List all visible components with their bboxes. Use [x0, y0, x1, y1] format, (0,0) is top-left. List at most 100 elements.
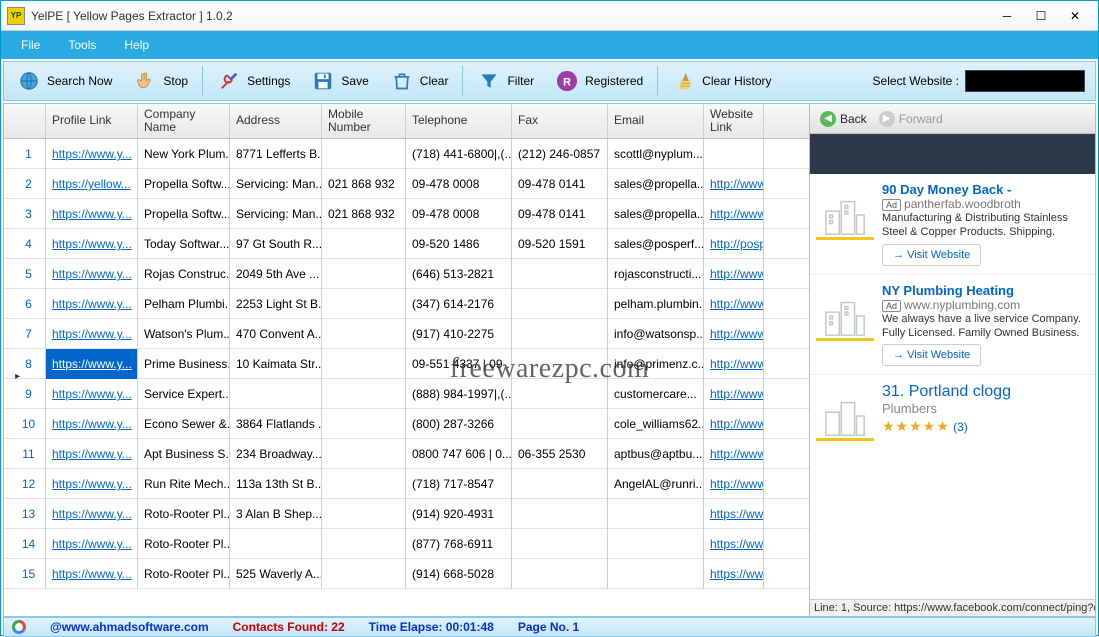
cell-profile[interactable]: https://www.y... — [46, 319, 138, 349]
cell-address[interactable]: 2049 5th Ave ... — [230, 259, 322, 289]
table-row[interactable]: 4https://www.y...Today Softwar...97 Gt S… — [4, 229, 809, 259]
cell-fax[interactable] — [512, 529, 608, 559]
cell-profile[interactable]: https://yellow... — [46, 169, 138, 199]
table-row[interactable]: 12https://www.y...Run Rite Mech...113a 1… — [4, 469, 809, 499]
cell-fax[interactable]: (212) 246-0857 — [512, 139, 608, 169]
cell-company[interactable]: Today Softwar... — [138, 229, 230, 259]
cell-mobile[interactable]: 021 868 932 — [322, 199, 406, 229]
cell-mobile[interactable] — [322, 469, 406, 499]
cell-profile[interactable]: https://www.y... — [46, 559, 138, 589]
header-profile[interactable]: Profile Link — [46, 104, 138, 138]
ad-listing[interactable]: 90 Day Money Back - Adpantherfab.woodbro… — [810, 174, 1095, 275]
cell-telephone[interactable]: (917) 410-2275 — [406, 319, 512, 349]
cell-profile[interactable]: https://www.y... — [46, 289, 138, 319]
cell-address[interactable] — [230, 529, 322, 559]
table-row[interactable]: 8https://www.y...Prime Business...10 Kai… — [4, 349, 809, 379]
table-row[interactable]: 7https://www.y...Watson's Plum...470 Con… — [4, 319, 809, 349]
settings-button[interactable]: Settings — [208, 65, 299, 97]
cell-profile[interactable]: https://www.y... — [46, 259, 138, 289]
cell-profile[interactable]: https://www.y... — [46, 529, 138, 559]
menu-file[interactable]: File — [7, 34, 54, 56]
back-button[interactable]: ◀ Back — [816, 109, 871, 129]
cell-telephone[interactable]: (877) 768-6911 — [406, 529, 512, 559]
cell-profile[interactable]: https://www.y... — [46, 139, 138, 169]
cell-mobile[interactable] — [322, 349, 406, 379]
cell-telephone[interactable]: (646) 513-2821 — [406, 259, 512, 289]
menu-help[interactable]: Help — [110, 34, 163, 56]
cell-mobile[interactable] — [322, 139, 406, 169]
cell-company[interactable]: Apt Business S... — [138, 439, 230, 469]
select-website-combo[interactable] — [965, 70, 1085, 92]
cell-mobile[interactable] — [322, 319, 406, 349]
cell-email[interactable]: aptbus@aptbu... — [608, 439, 704, 469]
cell-company[interactable]: Run Rite Mech... — [138, 469, 230, 499]
cell-mobile[interactable] — [322, 559, 406, 589]
forward-button[interactable]: ▶ Forward — [875, 109, 947, 129]
cell-mobile[interactable] — [322, 529, 406, 559]
cell-email[interactable]: customercare... — [608, 379, 704, 409]
cell-company[interactable]: Watson's Plum... — [138, 319, 230, 349]
table-row[interactable]: 9https://www.y...Service Expert...(888) … — [4, 379, 809, 409]
cell-profile[interactable]: https://www.y... — [46, 499, 138, 529]
cell-website[interactable]: http://www — [704, 259, 764, 289]
cell-mobile[interactable] — [322, 289, 406, 319]
table-row[interactable]: 5https://www.y...Rojas Construc...2049 5… — [4, 259, 809, 289]
search-now-button[interactable]: Search Now — [8, 65, 121, 97]
cell-company[interactable]: Propella Softw... — [138, 199, 230, 229]
cell-email[interactable]: sales@propella... — [608, 199, 704, 229]
cell-mobile[interactable] — [322, 409, 406, 439]
cell-mobile[interactable] — [322, 229, 406, 259]
cell-fax[interactable] — [512, 289, 608, 319]
clear-history-button[interactable]: Clear History — [663, 65, 780, 97]
cell-website[interactable]: http://www — [704, 469, 764, 499]
cell-email[interactable]: sales@posperf... — [608, 229, 704, 259]
cell-address[interactable]: 10 Kaimata Str... — [230, 349, 322, 379]
table-row[interactable]: 2https://yellow...Propella Softw...Servi… — [4, 169, 809, 199]
cell-address[interactable]: 3864 Flatlands ... — [230, 409, 322, 439]
cell-telephone[interactable]: (718) 717-8547 — [406, 469, 512, 499]
cell-address[interactable]: 113a 13th St B... — [230, 469, 322, 499]
visit-website-button[interactable]: Visit Website — [882, 344, 981, 366]
cell-website[interactable]: https://ww — [704, 559, 764, 589]
clear-button[interactable]: Clear — [381, 65, 458, 97]
header-mobile[interactable]: Mobile Number — [322, 104, 406, 138]
cell-email[interactable]: scottl@nyplum... — [608, 139, 704, 169]
cell-telephone[interactable]: 09-478 0008 — [406, 169, 512, 199]
cell-website[interactable]: http://www — [704, 349, 764, 379]
cell-telephone[interactable]: 09-520 1486 — [406, 229, 512, 259]
cell-company[interactable]: Roto-Rooter Pl... — [138, 499, 230, 529]
table-row[interactable]: 6https://www.y...Pelham Plumbi...2253 Li… — [4, 289, 809, 319]
cell-telephone[interactable]: (800) 287-3266 — [406, 409, 512, 439]
cell-email[interactable]: sales@propella... — [608, 169, 704, 199]
result-listing[interactable]: 31. Portland clogg Plumbers ★★★★★ (3) — [810, 375, 1095, 449]
cell-mobile[interactable] — [322, 499, 406, 529]
cell-telephone[interactable]: (347) 614-2176 — [406, 289, 512, 319]
table-row[interactable]: 15https://www.y...Roto-Rooter Pl...525 W… — [4, 559, 809, 589]
cell-company[interactable]: Propella Softw... — [138, 169, 230, 199]
cell-fax[interactable] — [512, 259, 608, 289]
cell-telephone[interactable]: (914) 920-4931 — [406, 499, 512, 529]
table-row[interactable]: 14https://www.y...Roto-Rooter Pl...(877)… — [4, 529, 809, 559]
cell-telephone[interactable]: (718) 441-6800|,(... — [406, 139, 512, 169]
cell-website[interactable]: http://www — [704, 199, 764, 229]
cell-profile[interactable]: https://www.y... — [46, 469, 138, 499]
cell-address[interactable]: 8771 Lefferts B... — [230, 139, 322, 169]
header-address[interactable]: Address — [230, 104, 322, 138]
cell-email[interactable]: cole_williams62... — [608, 409, 704, 439]
header-telephone[interactable]: Telephone — [406, 104, 512, 138]
review-count[interactable]: (3) — [953, 420, 968, 434]
cell-company[interactable]: Rojas Construc... — [138, 259, 230, 289]
cell-website[interactable]: http://www — [704, 409, 764, 439]
close-button[interactable]: ✕ — [1058, 5, 1092, 27]
cell-address[interactable]: 3 Alan B Shep... — [230, 499, 322, 529]
cell-mobile[interactable] — [322, 439, 406, 469]
browser-body[interactable]: 90 Day Money Back - Adpantherfab.woodbro… — [810, 134, 1095, 599]
grid-body[interactable]: 1https://www.y...New York Plum...8771 Le… — [4, 139, 809, 616]
result-title[interactable]: 31. Portland clogg — [882, 383, 1089, 401]
cell-address[interactable] — [230, 379, 322, 409]
cell-website[interactable]: http://posp — [704, 229, 764, 259]
menu-tools[interactable]: Tools — [54, 34, 110, 56]
cell-fax[interactable] — [512, 499, 608, 529]
registered-button[interactable]: R Registered — [546, 65, 652, 97]
cell-telephone[interactable]: 09-478 0008 — [406, 199, 512, 229]
